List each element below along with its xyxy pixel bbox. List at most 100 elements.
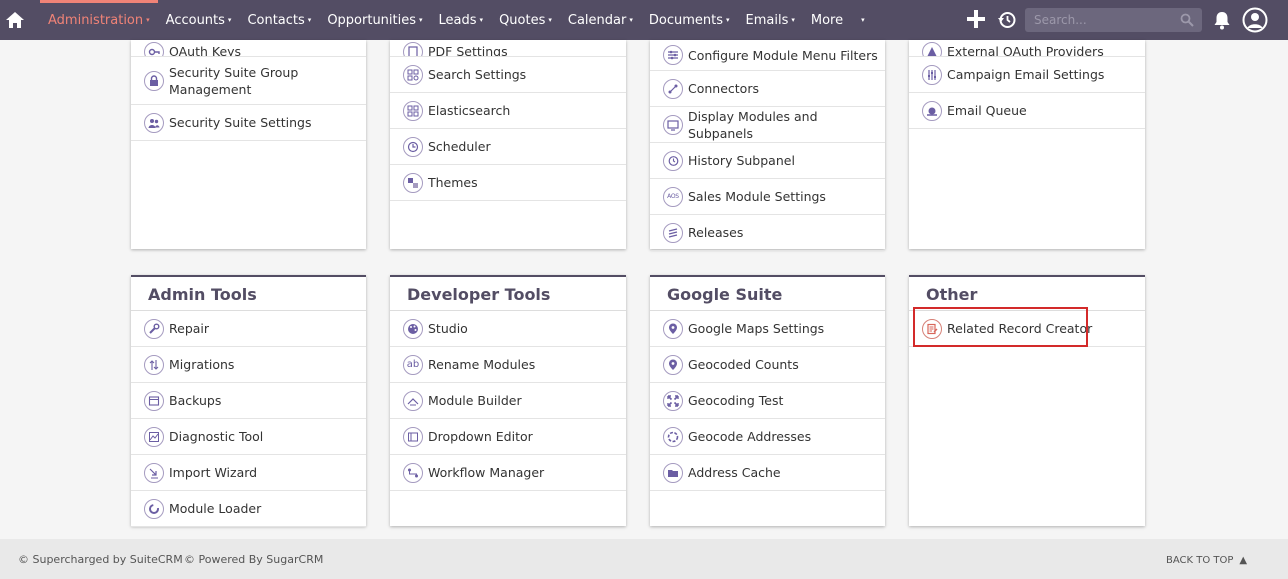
nav-item-more[interactable]: More ▾ bbox=[803, 0, 873, 40]
admin-link-label: Search Settings bbox=[428, 67, 527, 82]
panel-title: Admin Tools bbox=[131, 277, 366, 311]
admin-link-label: Import Wizard bbox=[169, 465, 258, 480]
nav-item-opportunities[interactable]: Opportunities ▾ bbox=[319, 0, 430, 40]
admin-link-connectors[interactable]: Connectors bbox=[650, 71, 885, 107]
module-loader-icon bbox=[144, 498, 164, 519]
snail-icon bbox=[922, 100, 942, 121]
admin-link-sales-module-settings[interactable]: AOS Sales Module Settings bbox=[650, 179, 885, 215]
admin-link-google-maps-settings[interactable]: Google Maps Settings bbox=[650, 311, 885, 347]
panel-title: Developer Tools bbox=[390, 277, 626, 311]
expand-arrows-icon bbox=[663, 390, 683, 411]
admin-link-security-suite-settings[interactable]: Security Suite Settings bbox=[131, 105, 366, 141]
nav-item-label: Opportunities bbox=[327, 12, 417, 28]
admin-link-module-builder[interactable]: Module Builder bbox=[390, 383, 626, 419]
admin-link-related-record-creator[interactable]: Related Record Creator bbox=[909, 311, 1145, 347]
search-input[interactable] bbox=[1025, 8, 1175, 32]
admin-link-module-loader[interactable]: Module Loader bbox=[131, 491, 366, 527]
nav-item-label: Administration bbox=[48, 12, 144, 28]
chevron-down-icon: ▾ bbox=[791, 16, 795, 24]
connectors-icon bbox=[663, 78, 683, 99]
admin-link-elasticsearch[interactable]: Elasticsearch bbox=[390, 93, 626, 129]
search-icon[interactable] bbox=[1180, 13, 1194, 27]
nav-item-accounts[interactable]: Accounts ▾ bbox=[158, 0, 240, 40]
admin-link-releases[interactable]: Releases bbox=[650, 215, 885, 251]
oauth-provider-icon bbox=[922, 42, 942, 56]
bell-icon[interactable] bbox=[1213, 10, 1231, 30]
admin-link-address-cache[interactable]: Address Cache bbox=[650, 455, 885, 491]
admin-link-diagnostic-tool[interactable]: Diagnostic Tool bbox=[131, 419, 366, 455]
nav-item-documents[interactable]: Documents ▾ bbox=[641, 0, 738, 40]
admin-link-dropdown-editor[interactable]: Dropdown Editor bbox=[390, 419, 626, 455]
admin-link-label: Migrations bbox=[169, 357, 235, 372]
admin-link-campaign-email-settings[interactable]: Campaign Email Settings bbox=[909, 57, 1145, 93]
admin-link-email-queue[interactable]: Email Queue bbox=[909, 93, 1145, 129]
admin-link-label: Address Cache bbox=[688, 465, 781, 480]
admin-link-configure-module-menu-filters[interactable]: Configure Module Menu Filters bbox=[650, 40, 885, 71]
chevron-down-icon: ▾ bbox=[629, 16, 633, 24]
history-icon[interactable] bbox=[997, 10, 1017, 30]
admin-link-migrations[interactable]: Migrations bbox=[131, 347, 366, 383]
nav-item-contacts[interactable]: Contacts ▾ bbox=[239, 0, 319, 40]
back-to-top-button[interactable]: BACK TO TOP ▲ bbox=[1166, 553, 1247, 566]
admin-link-themes[interactable]: Themes bbox=[390, 165, 626, 201]
nav-item-emails[interactable]: Emails ▾ bbox=[738, 0, 803, 40]
admin-link-label: Diagnostic Tool bbox=[169, 429, 264, 444]
nav-item-label: Contacts bbox=[247, 12, 305, 28]
admin-link-search-settings[interactable]: Search Settings bbox=[390, 57, 626, 93]
plus-icon[interactable] bbox=[965, 8, 987, 30]
admin-link-label: PDF Settings bbox=[428, 44, 508, 57]
admin-link-geocoding-test[interactable]: Geocoding Test bbox=[650, 383, 885, 419]
admin-link-pdf-settings[interactable]: PDF Settings bbox=[390, 40, 626, 57]
admin-link-backups[interactable]: Backups bbox=[131, 383, 366, 419]
admin-link-rename-modules[interactable]: ab Rename Modules bbox=[390, 347, 626, 383]
admin-link-display-modules-and-subpanels[interactable]: Display Modules and Subpanels bbox=[650, 107, 885, 143]
admin-link-external-oauth-providers[interactable]: External OAuth Providers bbox=[909, 40, 1145, 57]
admin-link-label: History Subpanel bbox=[688, 153, 795, 168]
admin-link-scheduler[interactable]: Scheduler bbox=[390, 129, 626, 165]
admin-link-studio[interactable]: Studio bbox=[390, 311, 626, 347]
footer: © Supercharged by SuiteCRM © Powered By … bbox=[0, 539, 1288, 579]
panel-users-security: OAuth Keys Security Suite Group Manageme… bbox=[131, 40, 366, 249]
themes-icon bbox=[403, 172, 423, 193]
nav-item-quotes[interactable]: Quotes ▾ bbox=[491, 0, 560, 40]
admin-link-label: Configure Module Menu Filters bbox=[688, 47, 878, 63]
admin-link-label: Module Builder bbox=[428, 393, 522, 408]
diagnostic-icon bbox=[144, 426, 164, 447]
nav-item-administration[interactable]: Administration ▾ bbox=[40, 0, 158, 40]
nav-item-label: Documents bbox=[648, 12, 723, 28]
admin-link-geocode-addresses[interactable]: Geocode Addresses bbox=[650, 419, 885, 455]
main-menu: Administration ▾ Accounts ▾ Contacts ▾ Oppo… bbox=[40, 0, 873, 40]
nav-item-label: Emails bbox=[745, 12, 789, 28]
powered-by-link[interactable]: © Powered By SugarCRM bbox=[184, 553, 323, 566]
user-icon[interactable] bbox=[1242, 7, 1268, 33]
admin-link-geocoded-counts[interactable]: Geocoded Counts bbox=[650, 347, 885, 383]
admin-link-oauth-keys[interactable]: OAuth Keys bbox=[131, 40, 366, 57]
nav-item-leads[interactable]: Leads ▾ bbox=[431, 0, 492, 40]
admin-link-label: OAuth Keys bbox=[169, 44, 242, 57]
home-icon[interactable] bbox=[5, 10, 25, 30]
supercharged-by-link[interactable]: © Supercharged by SuiteCRM bbox=[18, 553, 183, 566]
users-icon bbox=[144, 112, 164, 133]
panel-other: Other Related Record Creator bbox=[909, 275, 1145, 526]
history-subpanel-icon bbox=[663, 150, 683, 171]
clock-icon bbox=[403, 136, 423, 157]
admin-link-label: Geocode Addresses bbox=[688, 429, 812, 444]
map-pin-icon bbox=[663, 318, 683, 339]
admin-link-import-wizard[interactable]: Import Wizard bbox=[131, 455, 366, 491]
chevron-down-icon: ▾ bbox=[227, 16, 232, 24]
admin-link-workflow-manager[interactable]: Workflow Manager bbox=[390, 455, 626, 491]
admin-link-label: Security Suite Group Management bbox=[169, 64, 299, 97]
admin-link-security-suite-group-management[interactable]: Security Suite Group Management bbox=[131, 57, 366, 105]
admin-link-label: Backups bbox=[169, 393, 222, 408]
chevron-down-icon: ▾ bbox=[479, 16, 484, 24]
nav-item-label: Accounts bbox=[165, 12, 225, 28]
admin-link-history-subpanel[interactable]: History Subpanel bbox=[650, 143, 885, 179]
workflow-icon bbox=[403, 462, 423, 483]
admin-link-label: Related Record Creator bbox=[947, 321, 1093, 336]
admin-link-repair[interactable]: Repair bbox=[131, 311, 366, 347]
admin-link-label: Sales Module Settings bbox=[688, 189, 826, 204]
nav-item-calendar[interactable]: Calendar ▾ bbox=[560, 0, 641, 40]
chevron-down-icon: ▾ bbox=[725, 16, 730, 24]
admin-link-label: Themes bbox=[428, 175, 478, 190]
elasticsearch-icon bbox=[403, 100, 423, 121]
